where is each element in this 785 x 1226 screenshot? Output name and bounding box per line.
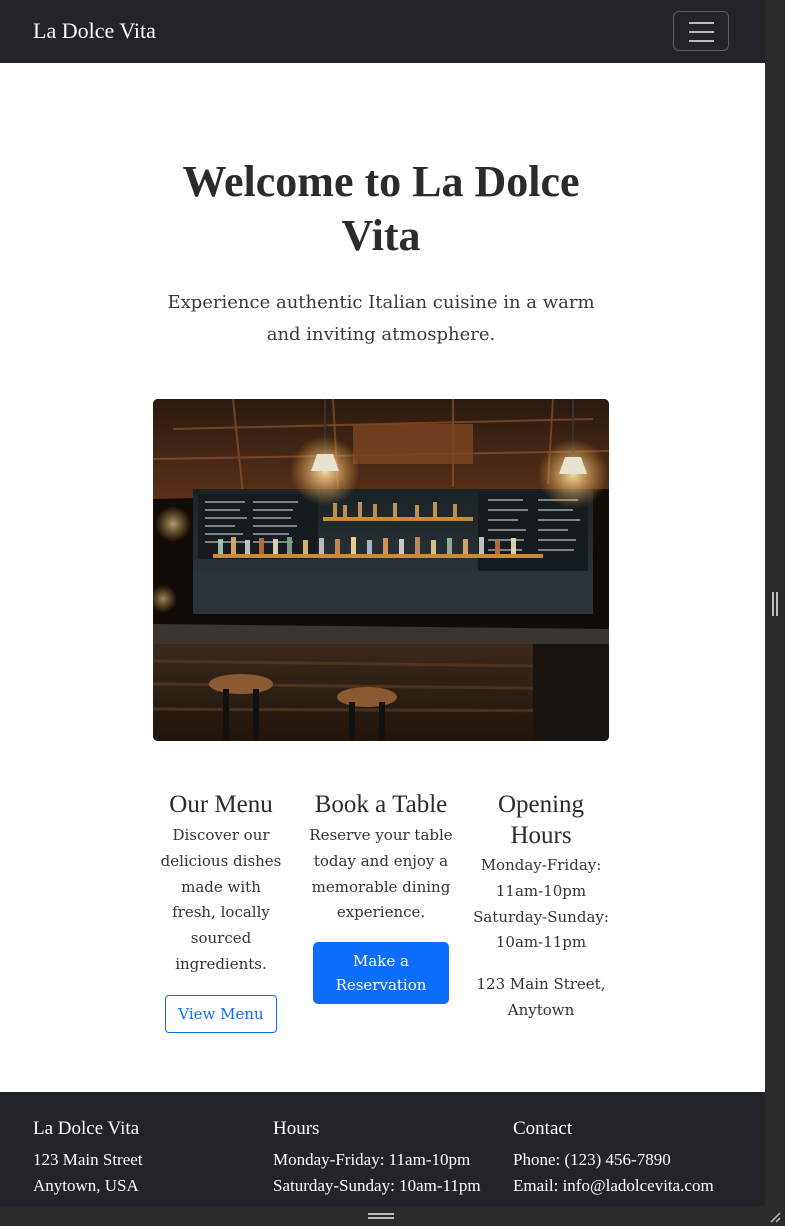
footer-address-line-2: Anytown, USA <box>33 1176 139 1195</box>
view-menu-button[interactable]: View Menu <box>165 994 277 1033</box>
booking-description: Reserve your table today and enjoy a mem… <box>309 826 453 922</box>
horizontal-drag-handle-icon[interactable] <box>368 1213 394 1219</box>
footer-hours: Hours Monday-Friday: 11am-10pm Saturday-… <box>273 1116 481 1199</box>
footer-address-line-1: 123 Main Street <box>33 1150 143 1169</box>
hours-section: Opening Hours Monday-Friday: 11am-10pm S… <box>472 789 610 1024</box>
footer-hours-weekday: Monday-Friday: 11am-10pm <box>273 1150 471 1169</box>
hero-title: Welcome to La Dolce Vita <box>182 157 580 260</box>
navbar-toggler-button[interactable] <box>673 11 729 51</box>
menu-title: Our Menu <box>169 791 273 818</box>
vertical-drag-handle-icon[interactable] <box>772 592 778 616</box>
booking-title: Book a Table <box>314 791 448 818</box>
horizontal-scrollbar[interactable] <box>0 1206 785 1226</box>
menu-description: Discover our delicious dishes made with … <box>160 826 282 973</box>
resize-corner-icon[interactable] <box>769 1211 781 1223</box>
hero-subtitle: Experience authentic Italian cuisine in … <box>167 292 595 345</box>
navbar-brand[interactable]: La Dolce Vita <box>33 16 156 46</box>
hours-weekend: Saturday-Sunday: 10am-11pm <box>473 907 609 952</box>
navbar: La Dolce Vita <box>0 0 765 63</box>
make-reservation-button[interactable]: Make a Reservation <box>313 942 449 1005</box>
footer: La Dolce Vita 123 Main Street Anytown, U… <box>0 1092 765 1206</box>
footer-hours-weekend: Saturday-Sunday: 10am-11pm <box>273 1176 481 1195</box>
footer-contact-title: Contact <box>513 1118 573 1139</box>
vertical-scrollbar[interactable] <box>765 0 785 1206</box>
footer-phone: Phone: (123) 456-7890 <box>513 1150 671 1169</box>
hours-title: Opening Hours <box>497 791 585 849</box>
footer-about-title: La Dolce Vita <box>33 1118 140 1139</box>
restaurant-bar-image <box>153 399 609 741</box>
footer-email[interactable]: Email: info@ladolcevita.com <box>513 1173 714 1199</box>
footer-hours-title: Hours <box>273 1118 320 1139</box>
booking-section: Book a Table Reserve your table today an… <box>305 789 457 1005</box>
hours-weekday: Monday-Friday: 11am-10pm <box>480 856 602 900</box>
footer-about: La Dolce Vita 123 Main Street Anytown, U… <box>33 1116 143 1199</box>
address: 123 Main Street, Anytown <box>476 975 606 1019</box>
menu-section: Our Menu Discover our delicious dishes m… <box>158 789 284 1033</box>
footer-contact: Contact Phone: (123) 456-7890 Email: inf… <box>513 1116 714 1199</box>
